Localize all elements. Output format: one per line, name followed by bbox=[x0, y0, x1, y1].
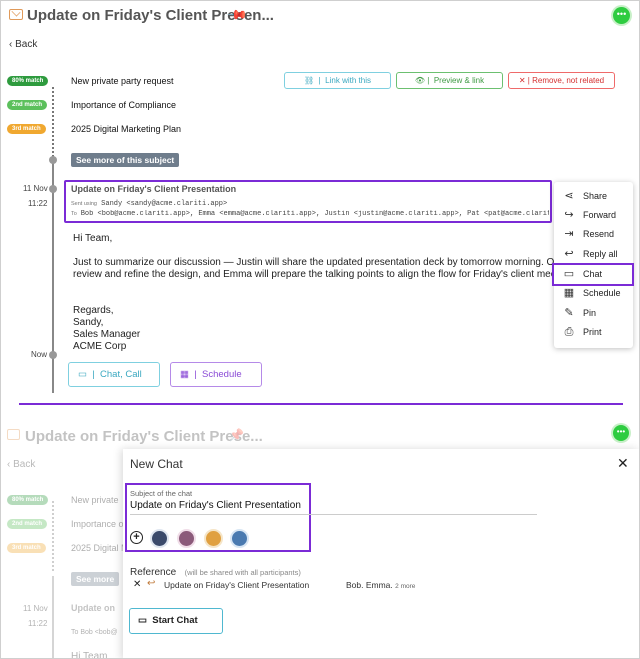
page-title: Update on Friday's Client Prese... bbox=[25, 428, 263, 445]
chat-icon: ▭ bbox=[78, 369, 87, 380]
context-menu: ⋖ Share ↪ Forward ⇥ Resend ↩ Reply all ▭ Chat… bbox=[552, 182, 634, 348]
share-icon: ⋖ bbox=[564, 190, 574, 202]
menu-item-schedule[interactable]: ▦ Schedule bbox=[562, 285, 621, 301]
chat-call-button[interactable]: ▭ | Chat, Call bbox=[68, 362, 160, 387]
reference-people: Bob. Emma. 2 more bbox=[346, 580, 416, 590]
match-subject[interactable]: 2025 Digital Marketing Plan bbox=[71, 124, 181, 134]
forward-icon: ↪ bbox=[564, 209, 574, 221]
status-chat-icon: ••• bbox=[613, 425, 629, 441]
resend-icon: ⇥ bbox=[564, 228, 574, 240]
email-body: Hi Team, Just to summarize our discussio… bbox=[73, 233, 555, 352]
match-badge: 2nd match bbox=[7, 519, 48, 529]
link-icon: ⛓ bbox=[304, 76, 317, 85]
menu-item-print[interactable]: ⎙ Print bbox=[562, 324, 602, 340]
calendar-icon: ▦ bbox=[563, 287, 575, 299]
add-participant-icon[interactable]: + bbox=[130, 531, 143, 544]
reference-item: Update on Friday's Client Presentation bbox=[164, 580, 310, 590]
email-date: 11 Nov bbox=[23, 184, 48, 193]
see-more-button: See more bbox=[71, 572, 120, 586]
subject-underline bbox=[130, 514, 537, 515]
pin-icon: ✎ bbox=[564, 307, 574, 319]
modal-title: New Chat bbox=[130, 457, 183, 471]
menu-item-pin[interactable]: ✎ Pin bbox=[562, 305, 596, 321]
timeline-dot bbox=[49, 351, 57, 359]
start-chat-button[interactable]: ▭ Start Chat bbox=[129, 608, 223, 634]
timeline-dot bbox=[49, 185, 57, 193]
link-button[interactable]: ⛓ | Link with this bbox=[284, 72, 391, 89]
timeline-dot bbox=[49, 156, 57, 164]
avatar[interactable] bbox=[150, 529, 169, 548]
reply-icon: ↩ bbox=[147, 578, 156, 589]
email-recipients-row: To Bob <bob@acme.clariti.app>, Emma <emm… bbox=[71, 210, 549, 218]
match-badge: 80% match bbox=[7, 76, 49, 86]
reference-row: Reference (will be shared with all parti… bbox=[130, 562, 301, 580]
menu-item-chat[interactable]: ▭ Chat bbox=[562, 266, 602, 282]
email-recipients: To Bob <bob@ bbox=[71, 629, 118, 636]
close-icon[interactable]: ✕ bbox=[617, 455, 629, 472]
match-badge: 2nd match bbox=[7, 100, 48, 110]
match-subject: New private bbox=[71, 495, 119, 505]
chat-icon: ▭ bbox=[563, 268, 575, 280]
mail-icon bbox=[7, 429, 20, 440]
match-subject[interactable]: New private party request bbox=[71, 76, 174, 86]
timeline-line bbox=[52, 501, 54, 571]
match-badge: 3rd match bbox=[7, 124, 46, 134]
section-divider bbox=[19, 403, 623, 405]
calendar-icon: ▦ bbox=[180, 369, 189, 380]
match-subject[interactable]: Importance of Compliance bbox=[71, 100, 176, 110]
close-icon: ✕ bbox=[518, 76, 526, 85]
email-time: 11:22 bbox=[28, 619, 48, 628]
email-subject: Update on Friday's Client Presentation bbox=[71, 184, 237, 194]
email-sender: Sandy <sandy@acme.clariti.app> bbox=[101, 200, 228, 208]
print-icon: ⎙ bbox=[564, 326, 574, 338]
eye-icon: 👁 bbox=[414, 76, 426, 85]
now-label: Now bbox=[31, 350, 48, 359]
remove-button[interactable]: ✕ | Remove, not related bbox=[508, 72, 615, 89]
back-button[interactable]: ‹ Back bbox=[9, 39, 37, 50]
preview-button[interactable]: 👁 | Preview & link bbox=[396, 72, 503, 89]
menu-item-forward[interactable]: ↪ Forward bbox=[562, 207, 616, 223]
match-badge: 80% match bbox=[7, 495, 49, 505]
status-chat-icon[interactable]: ••• bbox=[613, 7, 630, 24]
schedule-button[interactable]: ▦ | Schedule bbox=[170, 362, 262, 387]
match-badge: 3rd match bbox=[7, 543, 46, 553]
menu-item-reply-all[interactable]: ↩ Reply all bbox=[562, 246, 617, 262]
subject-input[interactable]: Update on Friday's Client Presentation bbox=[130, 500, 301, 511]
app-window: Update on Friday's Client Presen... 📌 ••… bbox=[0, 0, 640, 659]
remove-reference-icon[interactable]: ✕ bbox=[133, 579, 141, 590]
email-recipients: Bob <bob@acme.clariti.app>, Emma <emma@a… bbox=[80, 210, 549, 218]
see-more-button[interactable]: See more of this subject bbox=[71, 153, 180, 167]
pin-icon: 📌 bbox=[229, 428, 244, 442]
email-sender-row: Sent using Sandy <sandy@acme.clariti.app… bbox=[71, 200, 228, 208]
reference-label: Reference bbox=[130, 567, 177, 578]
subject-label: Subject of the chat bbox=[130, 489, 193, 498]
menu-item-share[interactable]: ⋖ Share bbox=[562, 188, 607, 204]
reference-note: (will be shared with all participants) bbox=[184, 568, 301, 577]
avatar[interactable] bbox=[177, 529, 196, 548]
email-date: 11 Nov bbox=[23, 604, 48, 613]
match-subject: Importance of bbox=[71, 519, 127, 529]
email-subject: Update on bbox=[71, 603, 115, 613]
menu-item-resend[interactable]: ⇥ Resend bbox=[562, 226, 614, 242]
chat-icon: ▭ bbox=[138, 615, 147, 626]
timeline-line-solid bbox=[52, 576, 54, 658]
back-button: ‹ Back bbox=[7, 459, 36, 470]
avatar[interactable] bbox=[204, 529, 223, 548]
timeline-line bbox=[52, 87, 54, 157]
reply-all-icon: ↩ bbox=[564, 248, 574, 260]
email-greeting: Hi Team bbox=[71, 651, 108, 659]
email-time: 11:22 bbox=[28, 199, 48, 208]
match-subject: 2025 Digital M bbox=[71, 543, 129, 553]
avatar[interactable] bbox=[230, 529, 249, 548]
